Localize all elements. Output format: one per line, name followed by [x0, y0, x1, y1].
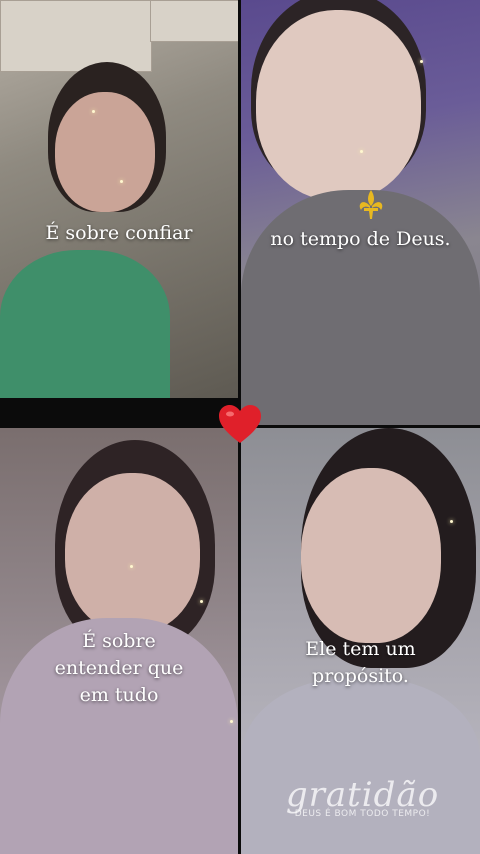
sparkle: [200, 600, 203, 603]
caption-line: entender que: [54, 657, 184, 679]
photo-tile-top-left: É sobre confiar: [0, 0, 238, 398]
caption-line: Ele tem um: [305, 638, 416, 660]
divider-band: [0, 398, 241, 428]
face: [65, 473, 200, 633]
watermark-subtitle: DEUS É BOM TODO TEMPO!: [294, 809, 431, 819]
caption-line: em tudo: [79, 684, 159, 706]
light-shirt: [241, 678, 480, 854]
heart-icon: [219, 405, 261, 443]
caption-bottom-right: Ele tem um propósito.: [241, 636, 480, 690]
face: [256, 10, 421, 200]
face: [301, 468, 441, 643]
face: [55, 92, 155, 212]
fleur-de-lis-icon: [359, 190, 383, 219]
caption-bottom-left: É sobre entender que em tudo: [0, 628, 238, 709]
photo-tile-bottom-left: É sobre entender que em tudo: [0, 428, 238, 854]
sparkle: [360, 150, 363, 153]
sparkle: [450, 520, 453, 523]
kitchen-cabinet: [150, 0, 238, 42]
green-top: [0, 250, 170, 398]
sparkle: [130, 565, 133, 568]
caption-line: É sobre: [82, 630, 156, 652]
caption-top-right: no tempo de Deus.: [270, 228, 451, 250]
kitchen-cabinet: [0, 0, 152, 72]
sparkle: [420, 60, 423, 63]
caption-line: propósito.: [312, 665, 409, 687]
gratidao-watermark: gratidão DEUS É BOM TODO TEMPO!: [250, 775, 475, 819]
caption-top-left: É sobre confiar: [45, 222, 193, 244]
sparkle: [230, 720, 233, 723]
sparkle: [92, 110, 95, 113]
sparkle: [120, 180, 123, 183]
